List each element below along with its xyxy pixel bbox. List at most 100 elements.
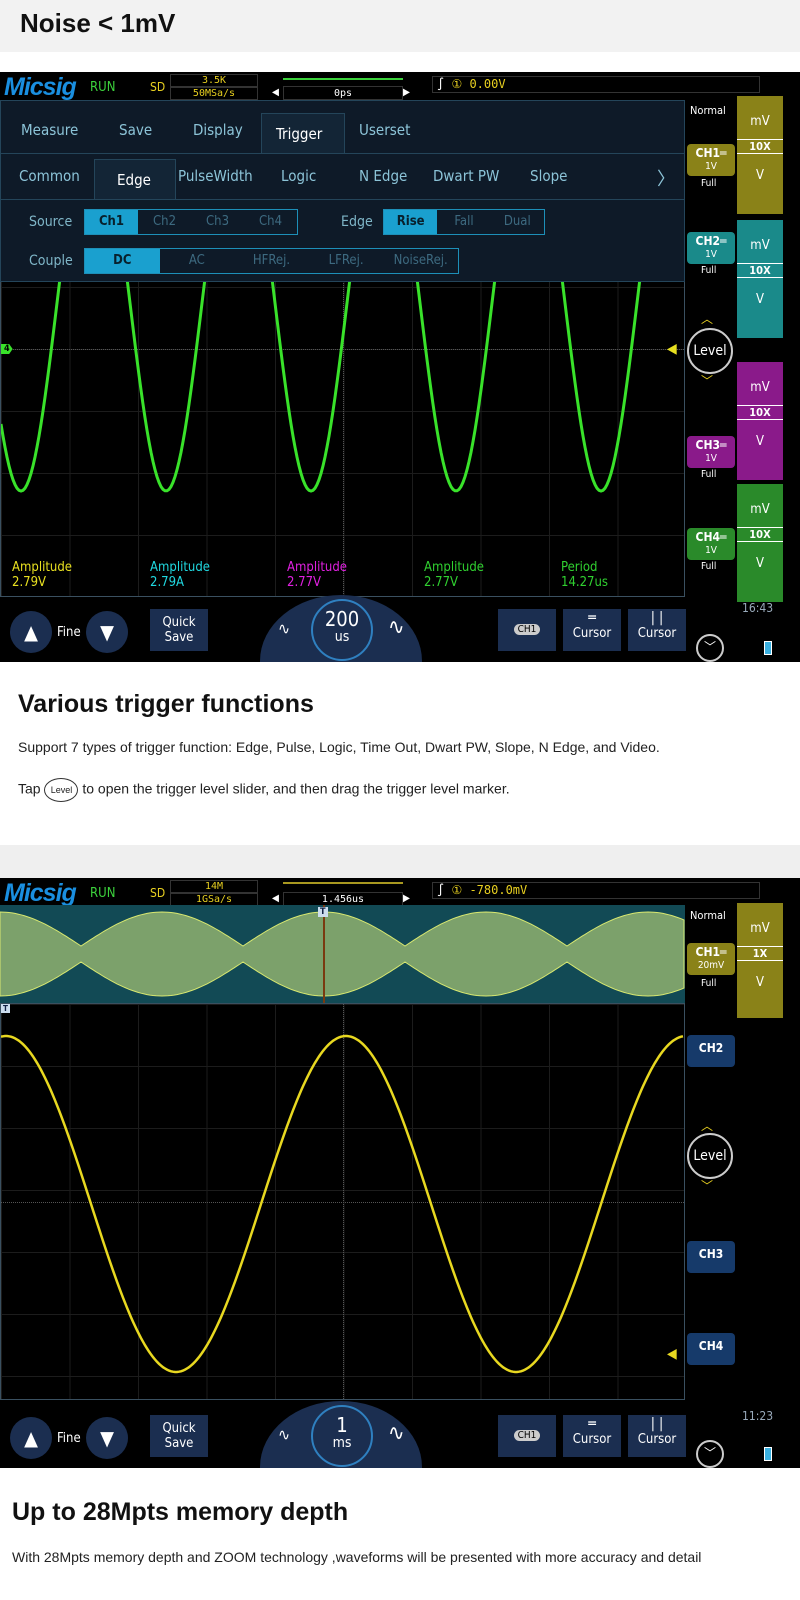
trigger-mode[interactable]: Normal xyxy=(690,909,726,922)
trigger-readout[interactable]: ∫ ① 0.00V xyxy=(432,76,760,93)
edge-dual[interactable]: Dual xyxy=(491,210,544,234)
trigger-type-n-edge[interactable]: N Edge xyxy=(359,167,407,185)
trigger-mode[interactable]: Normal xyxy=(690,104,726,117)
tab-save[interactable]: Save xyxy=(119,121,152,139)
tab-trigger[interactable]: Trigger xyxy=(276,125,322,143)
trigger-type-dwart-pw[interactable]: Dwart PW xyxy=(433,167,499,185)
trigger-type-common[interactable]: Common xyxy=(19,167,80,185)
edge-selector[interactable]: Rise Fall Dual xyxy=(383,209,545,235)
waveform-area[interactable]: T ◀ xyxy=(0,1003,685,1400)
couple-selector[interactable]: DC AC HFRej. LFRej. NoiseRej. xyxy=(84,248,459,274)
fine-down-button[interactable]: ▼ xyxy=(86,1417,128,1459)
channel-select-button[interactable]: CH1 xyxy=(498,1415,556,1457)
horizontal-cursor-button[interactable]: ═ Cursor xyxy=(563,609,621,651)
trigger-type-pulsewidth[interactable]: PulseWidth xyxy=(178,167,253,185)
chevron-up-icon[interactable]: ︿ xyxy=(701,310,713,327)
ch1-scale-bar[interactable]: mV 10X V xyxy=(737,96,783,214)
trigger-type-edge[interactable]: Edge xyxy=(117,171,151,189)
timebase-value[interactable]: 1 ms xyxy=(311,1405,373,1467)
sample-rate: 50MSa/s xyxy=(170,87,258,100)
fine-label: Fine xyxy=(57,625,81,640)
ch4-button[interactable]: CH4 xyxy=(687,1333,735,1365)
ch3-button[interactable]: CH3 xyxy=(687,1241,735,1273)
ch4-scale-bar[interactable]: mV 10X V xyxy=(737,484,783,602)
quick-save-button[interactable]: Quick Save xyxy=(150,1415,208,1457)
source-selector[interactable]: Ch1 Ch2 Ch3 Ch4 xyxy=(84,209,298,235)
zoom-in-wave-icon[interactable]: ∿ xyxy=(388,615,405,640)
ch1-scale-bar[interactable]: mV 1X V xyxy=(737,903,783,1018)
measurement-3[interactable]: Amplitude 2.77V xyxy=(287,560,347,590)
left-arrow-icon[interactable]: ◀ xyxy=(272,893,279,904)
source-ch4[interactable]: Ch4 xyxy=(244,210,297,234)
couple-hfrej[interactable]: HFRej. xyxy=(234,249,309,273)
ch4-button[interactable]: CH4═ 1V xyxy=(687,528,735,560)
fine-up-button[interactable]: ▲ xyxy=(10,1417,52,1459)
source-ch2[interactable]: Ch2 xyxy=(138,210,191,234)
source-ch1[interactable]: Ch1 xyxy=(85,210,138,234)
right-arrow-icon[interactable]: ▶ xyxy=(403,893,410,904)
vertical-cursor-button[interactable]: | | Cursor xyxy=(628,609,686,651)
left-arrow-icon[interactable]: ◀ xyxy=(272,87,279,98)
chevron-down-icon[interactable]: ﹀ xyxy=(701,1177,713,1194)
level-button[interactable]: Level xyxy=(687,328,733,374)
quick-save-button[interactable]: Quick Save xyxy=(150,609,208,651)
measurement-value: 14.27us xyxy=(561,575,608,590)
expand-chevron-icon[interactable]: ﹀ xyxy=(696,634,724,662)
vertical-cursor-button[interactable]: | | Cursor xyxy=(628,1415,686,1457)
tab-display[interactable]: Display xyxy=(193,121,243,139)
rising-edge-icon: ∫ xyxy=(437,883,452,897)
ch2-scale-bar[interactable]: mV 10X V xyxy=(737,220,783,338)
trigger-type-logic[interactable]: Logic xyxy=(281,167,316,185)
trigger-readout[interactable]: ∫ ① -780.0mV xyxy=(432,882,760,899)
trigger-type-slope[interactable]: Slope xyxy=(530,167,567,185)
fine-down-button[interactable]: ▼ xyxy=(86,611,128,653)
trigger-level-marker[interactable]: ◀ xyxy=(667,341,677,357)
tab-userset[interactable]: Userset xyxy=(359,121,410,139)
expand-chevron-icon[interactable]: ﹀ xyxy=(696,1440,724,1468)
ch2-button[interactable]: CH2═ 1V xyxy=(687,232,735,264)
timebase-value[interactable]: 200 us xyxy=(311,599,373,661)
ch3-button[interactable]: CH3═ 1V xyxy=(687,436,735,468)
bottom-toolbar: ▲ Fine ▼ Quick Save ∿ 1 ms ∿ CH1 ═ Cursor |… xyxy=(0,1401,800,1468)
time-offset[interactable]: 0ps xyxy=(283,86,403,100)
section-title-trigger: Various trigger functions xyxy=(18,690,314,718)
measurement-4[interactable]: Amplitude 2.77V xyxy=(424,560,484,590)
timeline-bar[interactable] xyxy=(283,78,403,80)
scope-screen-2: Micsig RUN SD 14M 1GSa/s ◀ 1.456us ▶ ∫ ①… xyxy=(0,878,800,1468)
ch1-button[interactable]: CH1═ 1V xyxy=(687,144,735,176)
horizontal-cursor-button[interactable]: ═ Cursor xyxy=(563,1415,621,1457)
trigger-time-marker[interactable]: T xyxy=(318,907,328,917)
ch2-button[interactable]: CH2 xyxy=(687,1035,735,1067)
trigger-position-marker[interactable]: T xyxy=(1,1004,10,1013)
couple-dc[interactable]: DC xyxy=(85,249,160,273)
channel-select-button[interactable]: CH1 xyxy=(498,609,556,651)
level-button[interactable]: Level xyxy=(687,1133,733,1179)
source-ch3[interactable]: Ch3 xyxy=(191,210,244,234)
timeline-bar[interactable] xyxy=(283,882,403,884)
run-status[interactable]: RUN xyxy=(90,886,115,901)
edge-fall[interactable]: Fall xyxy=(437,210,490,234)
tab-measure[interactable]: Measure xyxy=(21,121,78,139)
ch3-scale-bar[interactable]: mV 10X V xyxy=(737,362,783,480)
edge-rise[interactable]: Rise xyxy=(384,210,438,234)
couple-noiserej[interactable]: NoiseRej. xyxy=(383,249,458,273)
chevron-up-icon[interactable]: ︿ xyxy=(701,1117,713,1134)
measurement-1[interactable]: Amplitude 2.79V xyxy=(12,560,72,590)
measurement-2[interactable]: Amplitude 2.79A xyxy=(150,560,210,590)
more-chevron-icon[interactable]: 〉 xyxy=(657,165,675,191)
zoom-out-wave-icon[interactable]: ∿ xyxy=(278,1425,290,1444)
run-status[interactable]: RUN xyxy=(90,80,115,95)
zoom-out-wave-icon[interactable]: ∿ xyxy=(278,619,290,638)
measurement-5[interactable]: Period 14.27us xyxy=(561,560,608,590)
right-arrow-icon[interactable]: ▶ xyxy=(403,87,410,98)
zoom-overview[interactable]: T xyxy=(0,905,685,1003)
couple-ac[interactable]: AC xyxy=(160,249,235,273)
unit-mv: mV xyxy=(750,114,770,129)
chevron-down-icon[interactable]: ﹀ xyxy=(701,372,713,389)
time-offset[interactable]: 1.456us xyxy=(283,892,403,906)
fine-up-button[interactable]: ▲ xyxy=(10,611,52,653)
zoom-in-wave-icon[interactable]: ∿ xyxy=(388,1421,405,1446)
ch1-button[interactable]: CH1═ 20mV xyxy=(687,943,735,975)
trigger-level-marker[interactable]: ◀ xyxy=(667,1346,677,1362)
couple-lfrej[interactable]: LFRej. xyxy=(309,249,384,273)
